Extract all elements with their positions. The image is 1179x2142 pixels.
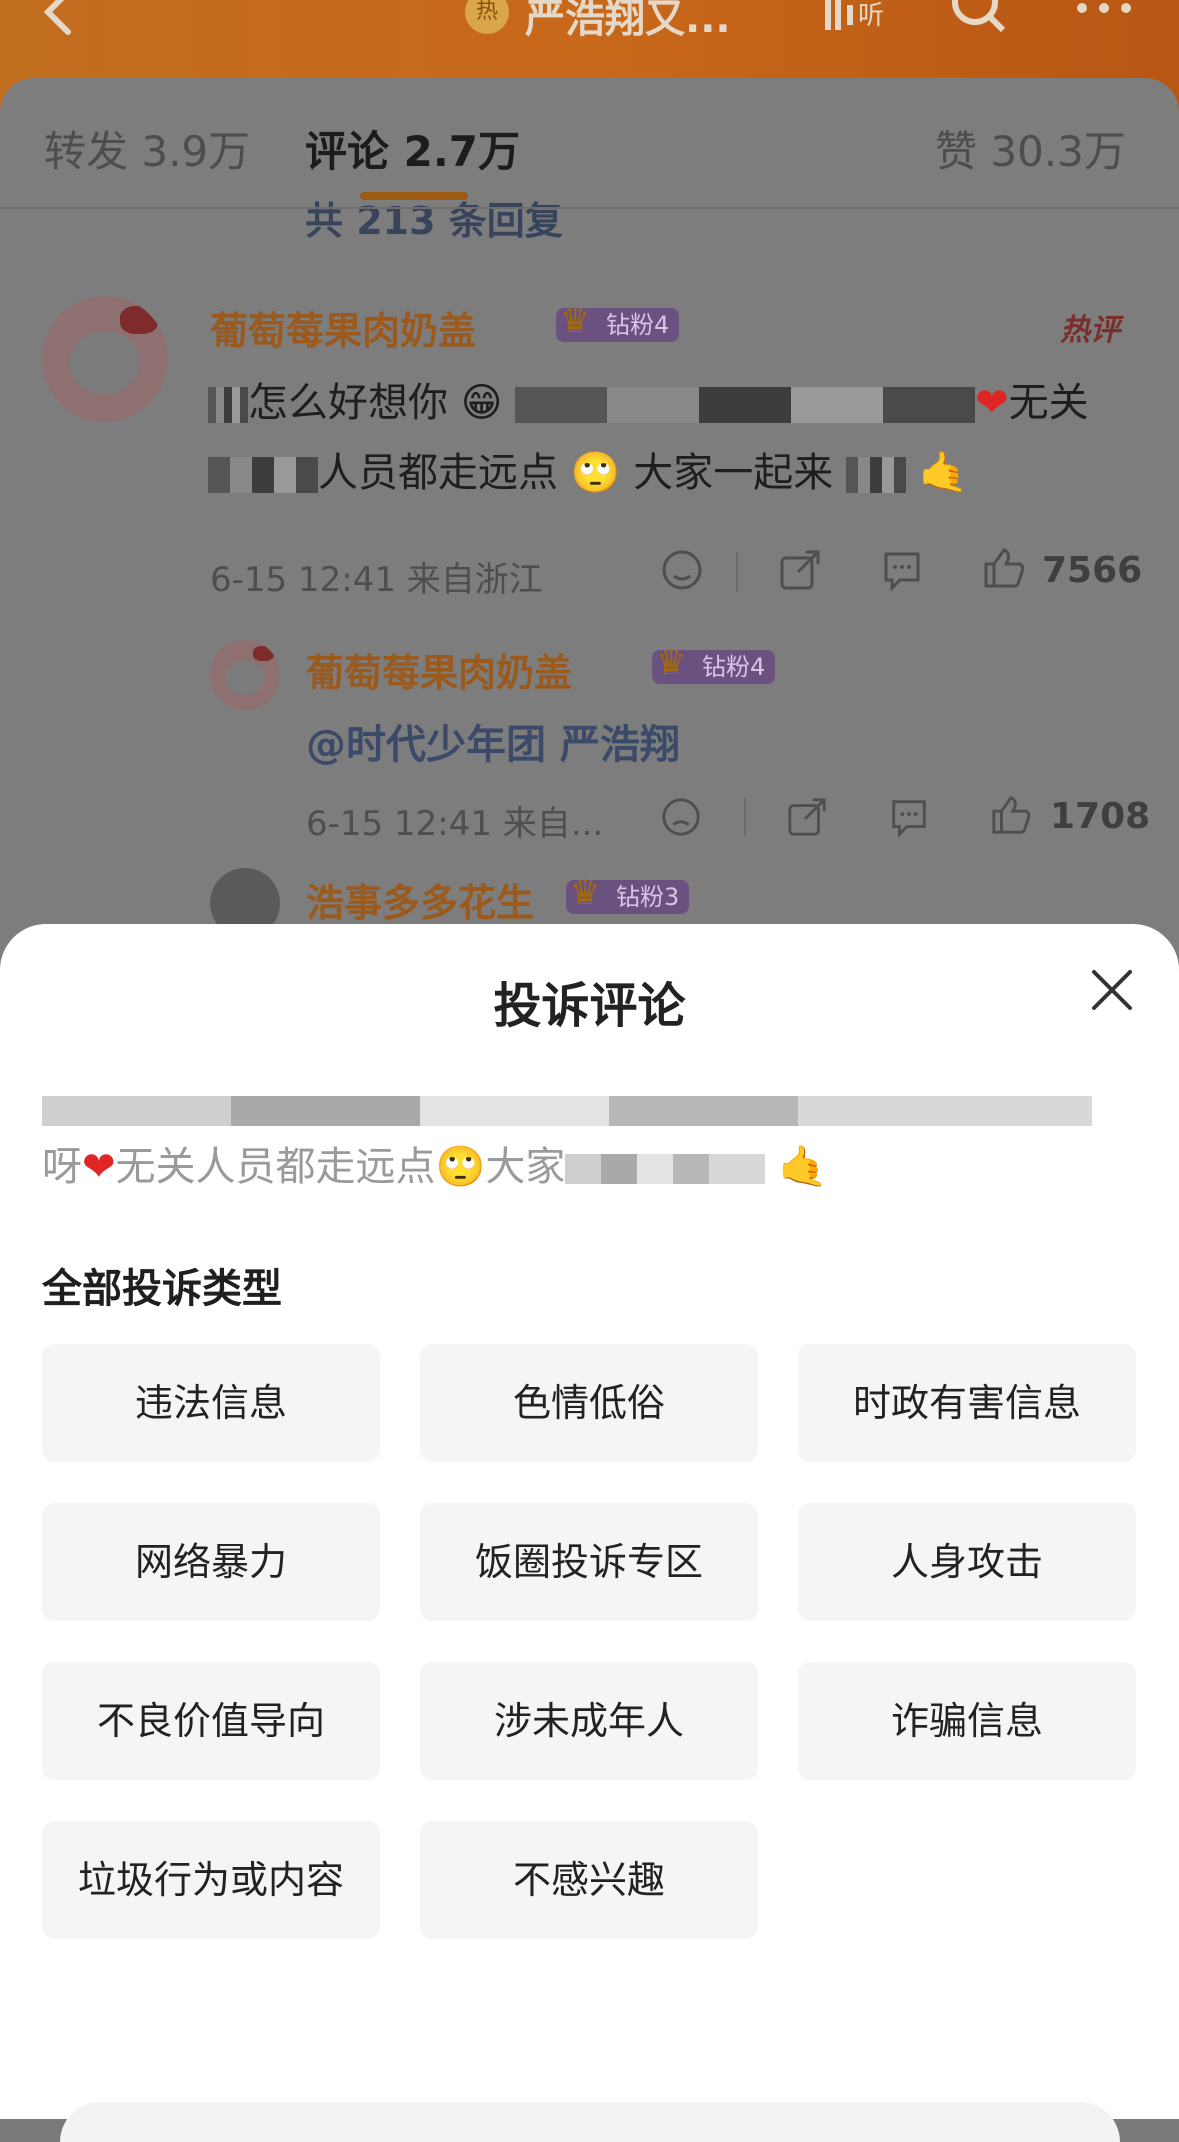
emoji-reaction-icon[interactable] — [660, 796, 702, 838]
search-icon[interactable] — [945, 0, 1015, 40]
like-count: 1708 — [1050, 796, 1151, 837]
svg-text:听: 听 — [858, 1, 884, 31]
report-category-personal-attack[interactable]: 人身攻击 — [798, 1503, 1136, 1621]
page-title[interactable]: 严浩翔又... — [525, 0, 731, 44]
tab-bar: 转发 3.9万 评论 2.7万 赞 30.3万 — [0, 78, 1179, 208]
hot-comment-label: 热评 — [1060, 313, 1120, 348]
tab-repost[interactable]: 转发 3.9万 — [44, 118, 250, 179]
share-icon[interactable] — [786, 796, 828, 838]
report-category-bad-values[interactable]: 不良价值导向 — [42, 1662, 380, 1780]
report-category-not-interested[interactable]: 不感兴趣 — [420, 1821, 758, 1939]
more-replies-link[interactable]: 共 213 条回复 — [305, 190, 563, 245]
report-category-fandom[interactable]: 饭圈投诉专区 — [420, 1503, 758, 1621]
listen-icon[interactable]: 听 — [820, 0, 890, 40]
divider — [744, 798, 746, 836]
like-icon[interactable] — [982, 546, 1026, 590]
report-category-porn[interactable]: 色情低俗 — [420, 1344, 758, 1462]
back-icon[interactable] — [30, 0, 90, 42]
hot-badge: 热 — [465, 0, 509, 34]
emoji-reaction-icon[interactable] — [660, 548, 704, 592]
like-icon[interactable] — [990, 794, 1032, 836]
comment-username[interactable]: 葡萄莓果肉奶盖 — [210, 300, 476, 355]
divider — [736, 552, 738, 592]
fan-badge: ♛ 钻粉4 — [652, 643, 776, 684]
report-category-political[interactable]: 时政有害信息 — [798, 1344, 1136, 1462]
comment-icon[interactable] — [888, 796, 930, 838]
close-icon[interactable] — [1090, 968, 1134, 1012]
avatar[interactable] — [42, 296, 168, 422]
fan-badge: ♛ 钻粉3 — [566, 873, 690, 914]
section-label: 全部投诉类型 — [42, 1266, 282, 1312]
comment-icon[interactable] — [880, 548, 924, 592]
divider — [0, 207, 1179, 209]
reply-username[interactable]: 葡萄莓果肉奶盖 — [306, 642, 572, 697]
comment-username[interactable]: 浩事多多花生 — [306, 872, 534, 927]
crown-icon: ♛ — [656, 643, 687, 683]
comment-text-line-1: 怎么好想你 😁 ❤无关 — [208, 370, 1089, 428]
modal-title: 投诉评论 — [493, 978, 686, 1034]
report-category-illegal[interactable]: 违法信息 — [42, 1344, 380, 1462]
comment-meta: 6-15 12:41 来自浙江 — [210, 560, 543, 600]
report-category-cyberbullying[interactable]: 网络暴力 — [42, 1503, 380, 1621]
comment-text-line-2: 人员都走远点 🙄 大家一起来 🤙 — [208, 440, 968, 498]
more-icon[interactable] — [1070, 0, 1140, 40]
crown-icon: ♛ — [560, 301, 591, 341]
report-category-spam[interactable]: 垃圾行为或内容 — [42, 1821, 380, 1939]
like-count: 7566 — [1042, 550, 1143, 591]
reply-meta: 6-15 12:41 来自... — [306, 804, 604, 844]
tab-comment[interactable]: 评论 2.7万 — [305, 118, 520, 179]
tab-like[interactable]: 赞 30.3万 — [935, 118, 1126, 179]
share-icon[interactable] — [778, 548, 822, 592]
reply-mention[interactable]: @时代少年团 严浩翔 — [306, 712, 680, 770]
quoted-comment: 呀❤无关人员都走远点🙄大家 🤙 — [42, 1080, 1122, 1196]
bottom-bar — [60, 2102, 1120, 2142]
avatar[interactable] — [210, 640, 280, 710]
crown-icon: ♛ — [570, 873, 601, 913]
fan-badge: ♛ 钻粉4 — [556, 301, 680, 342]
report-sheet: 投诉评论 呀❤无关人员都走远点🙄大家 🤙 全部投诉类型 违法信息 色情低俗 时政… — [0, 924, 1179, 2142]
report-category-fraud[interactable]: 诈骗信息 — [798, 1662, 1136, 1780]
report-category-minors[interactable]: 涉未成年人 — [420, 1662, 758, 1780]
